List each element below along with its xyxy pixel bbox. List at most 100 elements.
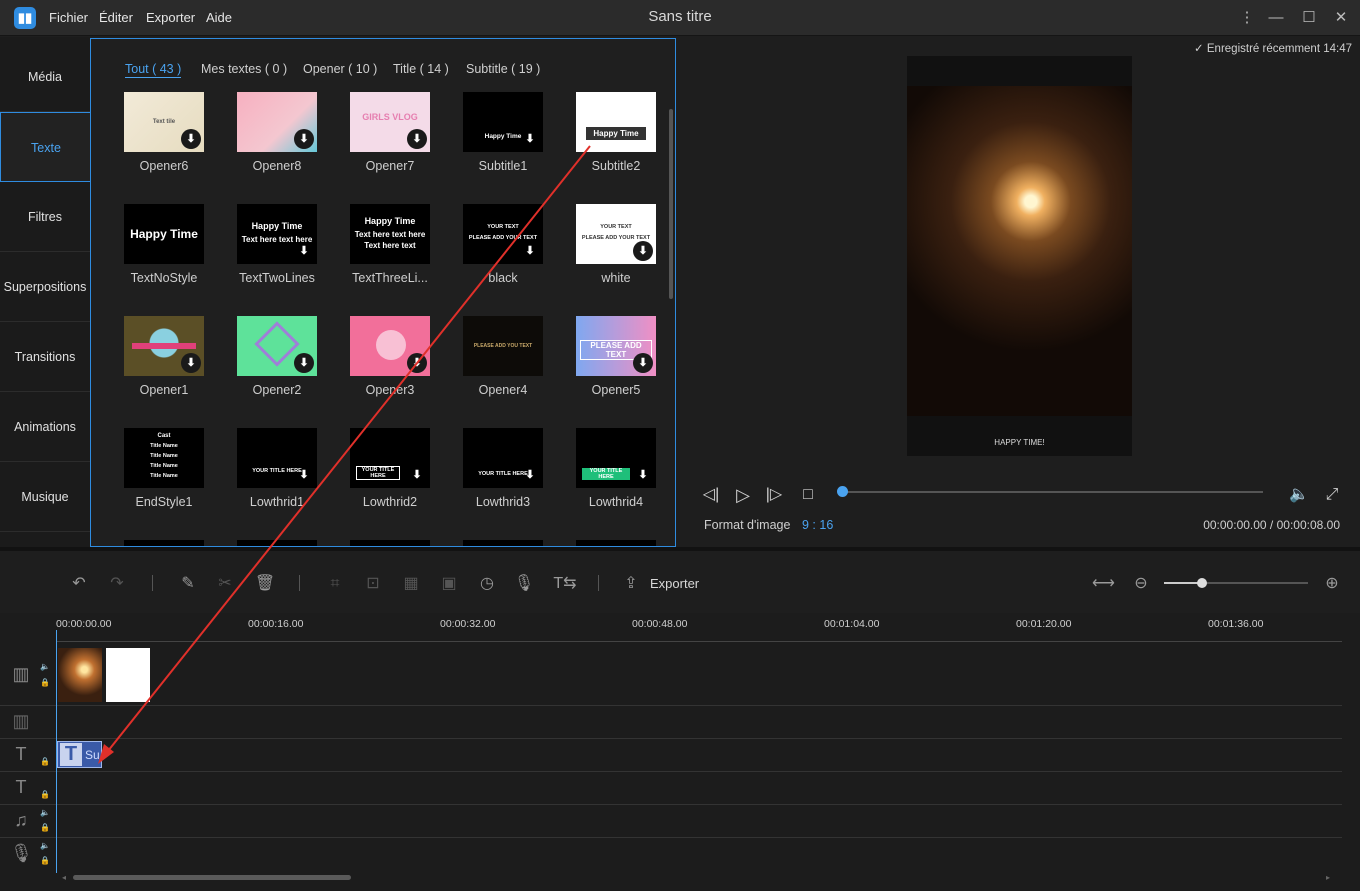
- template-tile[interactable]: [237, 540, 317, 546]
- download-icon[interactable]: ⬇: [407, 353, 427, 373]
- zoom-in-icon[interactable]: ⊕: [1321, 573, 1343, 595]
- template-tile[interactable]: YOUR TEXT PLEASE ADD YOUR TEXT ⬇: [576, 204, 656, 264]
- download-icon[interactable]: ⬇: [294, 465, 314, 485]
- template-tile[interactable]: Happy Time ⬇: [463, 92, 543, 152]
- crop-icon[interactable]: ⌗: [324, 573, 346, 595]
- timeline-ruler[interactable]: [56, 641, 1342, 642]
- playback-handle[interactable]: [837, 486, 848, 497]
- zoom-out-icon[interactable]: ⊖: [1130, 573, 1152, 595]
- template-tile[interactable]: YOUR TITLE HERE ⬇: [237, 428, 317, 488]
- sidebar-item-media[interactable]: Média: [0, 42, 90, 112]
- fullscreen-icon[interactable]: ⤢: [1321, 484, 1343, 506]
- template-tile[interactable]: PLEASE ADD TEXT ⬇: [576, 316, 656, 376]
- template-tile[interactable]: [576, 540, 656, 546]
- image-clip[interactable]: [106, 648, 150, 702]
- download-icon[interactable]: ⬇: [407, 129, 427, 149]
- export-icon[interactable]: ⇪: [620, 573, 642, 595]
- delete-icon[interactable]: 🗑: [254, 573, 276, 595]
- scroll-left-icon[interactable]: ◂: [62, 873, 66, 882]
- template-tile[interactable]: YOUR TITLE HERE ⬇: [576, 428, 656, 488]
- lock-icon[interactable]: 🔒: [40, 823, 50, 832]
- play-icon[interactable]: ▷: [732, 484, 754, 506]
- template-tile[interactable]: Happy Time: [576, 92, 656, 152]
- lock-icon[interactable]: 🔒: [40, 678, 50, 687]
- template-tile[interactable]: PLEASE ADD YOU TEXT: [463, 316, 543, 376]
- lock-icon[interactable]: 🔒: [40, 790, 50, 799]
- mosaic-icon[interactable]: ▦: [400, 573, 422, 595]
- more-options-icon[interactable]: ⋮: [1237, 8, 1257, 28]
- stop-icon[interactable]: □: [797, 484, 819, 506]
- template-tile[interactable]: Text tile ⬇: [124, 92, 204, 152]
- download-icon[interactable]: ⬇: [294, 241, 314, 261]
- sidebar-item-transitions[interactable]: Transitions: [0, 322, 90, 392]
- tab-tout[interactable]: Tout ( 43 ): [125, 62, 182, 78]
- download-icon[interactable]: ⬇: [633, 241, 653, 261]
- sidebar-item-animations[interactable]: Animations: [0, 392, 90, 462]
- template-tile[interactable]: Happy Time Text here text here ⬇: [237, 204, 317, 264]
- sidebar-item-musique[interactable]: Musique: [0, 462, 90, 532]
- sidebar-item-texte[interactable]: Texte: [0, 112, 91, 182]
- template-tile[interactable]: ⬇: [237, 316, 317, 376]
- video-preview[interactable]: HAPPY TIME!: [907, 56, 1132, 456]
- maximize-icon[interactable]: ☐: [1299, 8, 1319, 28]
- template-tile[interactable]: GIRLS VLOG ⬇: [350, 92, 430, 152]
- mute-icon[interactable]: 🔈: [40, 662, 50, 671]
- aspect-ratio-value[interactable]: 9 : 16: [802, 518, 833, 532]
- text-clip[interactable]: T Su: [57, 741, 102, 768]
- download-icon[interactable]: ⬇: [294, 353, 314, 373]
- playback-progress[interactable]: [838, 491, 1263, 493]
- template-tile[interactable]: ⬇: [350, 316, 430, 376]
- zoom-slider-handle[interactable]: [1197, 578, 1207, 588]
- text-to-speech-icon[interactable]: T⇆: [550, 573, 580, 595]
- mute-icon[interactable]: 🔈: [40, 808, 50, 817]
- minimize-icon[interactable]: —: [1266, 8, 1286, 28]
- template-tile[interactable]: Happy Time Text here text here Text here…: [350, 204, 430, 264]
- undo-icon[interactable]: ↶: [68, 573, 90, 595]
- voiceover-icon[interactable]: 🎙: [513, 573, 535, 595]
- duration-icon[interactable]: ◷: [476, 573, 498, 595]
- tab-subtitle[interactable]: Subtitle ( 19 ): [466, 62, 540, 76]
- edit-icon[interactable]: ✎: [177, 573, 199, 595]
- template-tile[interactable]: Cast Title Name Title Name Title Name Ti…: [124, 428, 204, 488]
- template-tile[interactable]: [124, 540, 204, 546]
- sidebar-item-superpositions[interactable]: Superpositions: [0, 252, 90, 322]
- zoom-crop-icon[interactable]: ⊡: [362, 573, 384, 595]
- template-tile[interactable]: YOUR TEXT PLEASE ADD YOUR TEXT ⬇: [463, 204, 543, 264]
- previous-frame-icon[interactable]: ◁|: [700, 484, 722, 506]
- fit-timeline-icon[interactable]: ⟷: [1092, 573, 1115, 595]
- redo-icon[interactable]: ↷: [106, 573, 128, 595]
- template-tile[interactable]: [350, 540, 430, 546]
- lock-icon[interactable]: 🔒: [40, 856, 50, 865]
- template-tile[interactable]: [463, 540, 543, 546]
- scroll-right-icon[interactable]: ▸: [1326, 873, 1330, 882]
- download-icon[interactable]: ⬇: [520, 465, 540, 485]
- download-icon[interactable]: ⬇: [294, 129, 314, 149]
- library-scrollbar[interactable]: [669, 109, 673, 299]
- export-button[interactable]: Exporter: [650, 576, 699, 591]
- timeline-scrollbar[interactable]: [73, 875, 351, 880]
- download-icon[interactable]: ⬇: [633, 353, 653, 373]
- lock-icon[interactable]: 🔒: [40, 757, 50, 766]
- download-icon[interactable]: ⬇: [407, 465, 427, 485]
- freeze-frame-icon[interactable]: ▣: [438, 573, 460, 595]
- volume-icon[interactable]: 🔈: [1288, 484, 1310, 506]
- download-icon[interactable]: ⬇: [181, 353, 201, 373]
- mute-icon[interactable]: 🔈: [40, 841, 50, 850]
- video-clip[interactable]: [58, 648, 102, 702]
- download-icon[interactable]: ⬇: [520, 129, 540, 149]
- next-frame-icon[interactable]: |▷: [763, 484, 785, 506]
- template-tile[interactable]: ⬇: [237, 92, 317, 152]
- close-icon[interactable]: ✕: [1331, 8, 1351, 28]
- download-icon[interactable]: ⬇: [633, 465, 653, 485]
- tab-opener[interactable]: Opener ( 10 ): [303, 62, 377, 76]
- template-tile[interactable]: Happy Time: [124, 204, 204, 264]
- tab-title[interactable]: Title ( 14 ): [393, 62, 449, 76]
- playhead[interactable]: [56, 630, 57, 873]
- sidebar-item-filtres[interactable]: Filtres: [0, 182, 90, 252]
- template-tile[interactable]: YOUR TITLE HERE ⬇: [350, 428, 430, 488]
- cut-icon[interactable]: ✂: [214, 573, 236, 595]
- download-icon[interactable]: ⬇: [520, 241, 540, 261]
- template-tile[interactable]: YOUR TITLE HERE ⬇: [463, 428, 543, 488]
- tab-mes-textes[interactable]: Mes textes ( 0 ): [201, 62, 287, 76]
- download-icon[interactable]: ⬇: [181, 129, 201, 149]
